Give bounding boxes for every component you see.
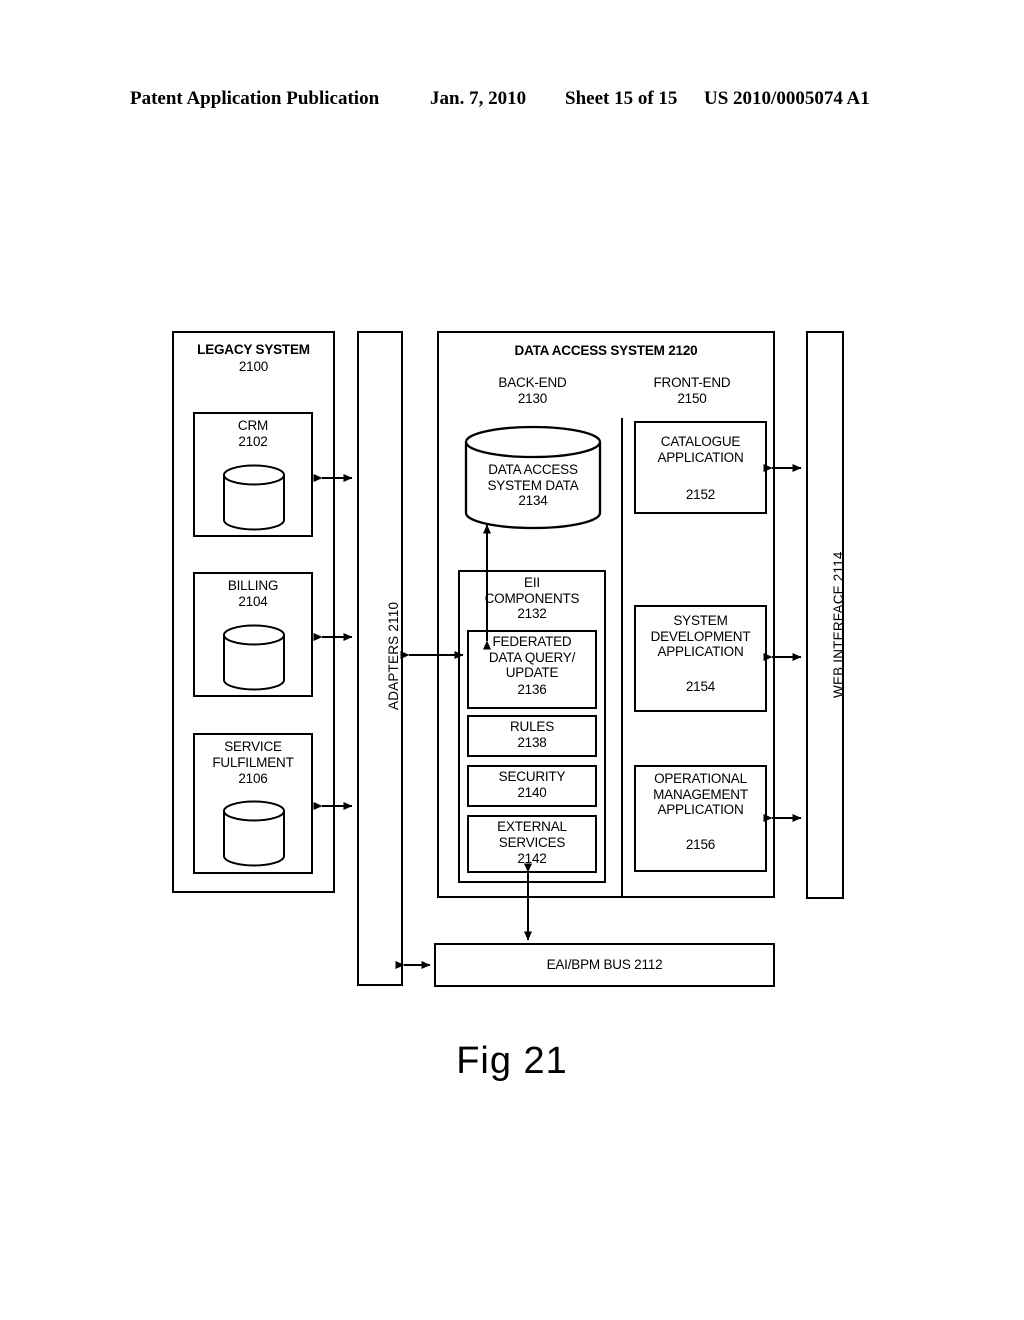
system-development-application-label: SYSTEM DEVELOPMENT APPLICATION [650, 613, 751, 659]
rules-ref: 2138 [517, 735, 547, 750]
rules-label: RULES [509, 719, 554, 734]
system-development-application-ref: 2154 [685, 679, 716, 694]
eii-components-title: EII COMPONENTS [484, 575, 580, 606]
service-fulfilment-label: SERVICE FULFILMENT [212, 739, 294, 770]
adapters-label: ADAPTERS 2110 [386, 601, 401, 710]
external-services-ref: 2142 [517, 851, 547, 866]
billing-database-cylinder-icon [222, 624, 286, 692]
operational-management-application-ref: 2156 [685, 837, 716, 852]
operational-management-application-label: OPERATIONAL MANAGEMENT APPLICATION [653, 771, 748, 817]
front-end-title: FRONT-END [653, 375, 731, 390]
external-services-label: EXTERNAL SERVICES [497, 819, 567, 850]
figure-21: LEGACY SYSTEM 2100 CRM 2102 BILLING 2104… [0, 0, 1024, 1320]
federated-data-query-update-label: FEDERATED DATA QUERY/ UPDATE [488, 634, 576, 680]
service-fulfilment-ref: 2106 [238, 771, 268, 786]
crm-database-cylinder-icon [222, 464, 286, 532]
security-ref: 2140 [517, 785, 547, 800]
data-access-system-title: DATA ACCESS SYSTEM 2120 [514, 343, 698, 358]
crm-label: CRM [237, 418, 269, 433]
legacy-system-ref: 2100 [238, 359, 269, 374]
eii-components-ref: 2132 [517, 606, 547, 621]
catalogue-application-ref: 2152 [685, 487, 716, 502]
figure-caption: Fig 21 [456, 1040, 568, 1082]
web-interface-label: WEB INTERFACE 2114 [831, 551, 846, 698]
back-end-title: BACK-END [498, 375, 567, 390]
service-fulfilment-database-cylinder-icon [222, 800, 286, 868]
front-end-ref: 2150 [677, 391, 707, 406]
eai-bpm-bus-label: EAI/BPM BUS 2112 [546, 957, 663, 972]
back-end-ref: 2130 [517, 391, 548, 406]
data-access-system-data-label: DATA ACCESS SYSTEM DATA [487, 462, 579, 493]
data-access-system-data-ref: 2134 [518, 493, 548, 508]
billing-ref: 2104 [238, 594, 268, 609]
federated-data-query-update-ref: 2136 [517, 682, 547, 697]
crm-ref: 2102 [238, 434, 268, 449]
security-label: SECURITY [498, 769, 566, 784]
legacy-system-title: LEGACY SYSTEM [197, 342, 310, 357]
catalogue-application-label: CATALOGUE APPLICATION [657, 434, 744, 465]
back-front-divider [621, 418, 623, 898]
billing-label: BILLING [227, 578, 279, 593]
